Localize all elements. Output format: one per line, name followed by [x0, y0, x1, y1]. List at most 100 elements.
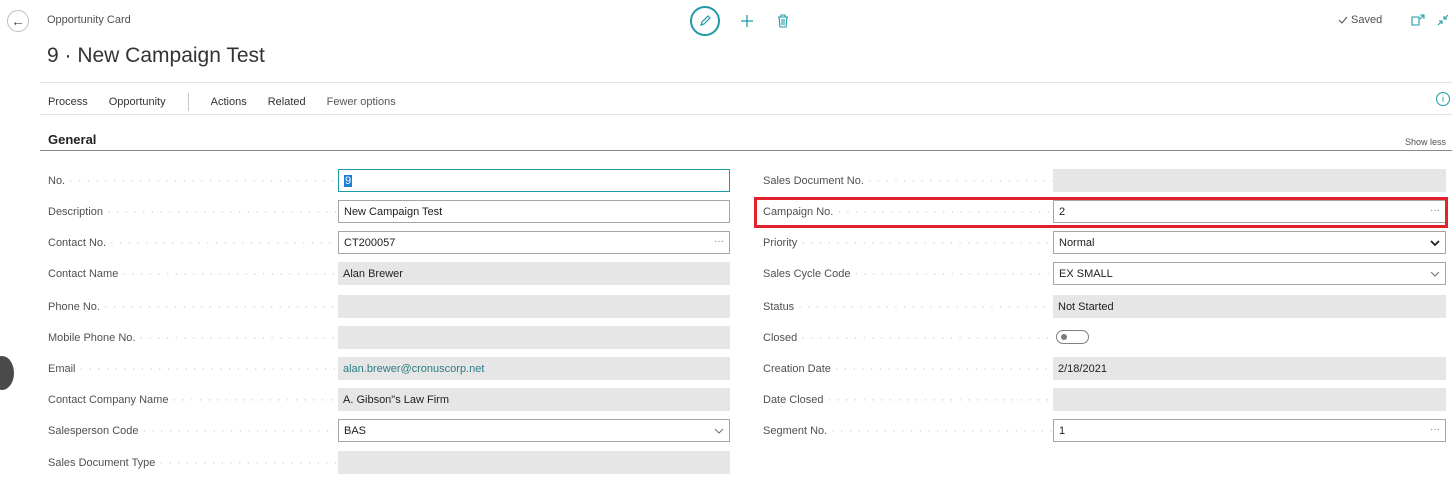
edit-button[interactable]	[690, 6, 720, 36]
field-value: 2/18/2021	[1058, 362, 1107, 375]
priority-select[interactable]: Normal	[1053, 231, 1446, 254]
field-row-status: Status Not Started	[763, 295, 1446, 318]
field-label: Description	[48, 206, 336, 218]
email-value[interactable]: alan.brewer@cronuscorp.net	[338, 357, 730, 380]
show-less-link[interactable]: Show less	[1405, 137, 1446, 147]
phone-no-value	[338, 295, 730, 318]
closed-toggle-wrap	[1053, 330, 1089, 344]
toggle-knob	[1061, 334, 1067, 340]
chevron-down-icon	[714, 428, 724, 434]
field-label: Contact Company Name	[48, 394, 336, 406]
field-row-mobile-phone-no: Mobile Phone No.	[48, 326, 730, 349]
pencil-icon	[700, 15, 711, 26]
divider	[40, 114, 1452, 115]
field-label: Status	[763, 301, 1053, 313]
trash-icon	[778, 14, 788, 28]
field-row-creation-date: Creation Date 2/18/2021	[763, 357, 1446, 380]
field-row-no: No. 9	[48, 169, 730, 192]
page-caption: Opportunity Card	[47, 14, 131, 26]
action-separator	[187, 93, 189, 111]
contact-no-input[interactable]: CT200057 ···	[338, 231, 730, 254]
chevron-down-icon	[1430, 240, 1440, 247]
contact-name-value: Alan Brewer	[338, 262, 730, 285]
campaign-no-highlight-box	[754, 197, 1448, 228]
field-value: Alan Brewer	[343, 267, 403, 280]
action-bar: Process Opportunity Actions Related Fewe…	[48, 93, 417, 111]
field-value: BAS	[344, 424, 367, 437]
field-label: Segment No.	[763, 425, 1053, 437]
field-value: New Campaign Test	[344, 205, 443, 218]
arrow-left-icon: ←	[11, 13, 25, 29]
field-row-sales-document-type: Sales Document Type	[48, 451, 730, 474]
page-title: 9 · New Campaign Test	[47, 44, 265, 67]
field-row-description: Description New Campaign Test	[48, 200, 730, 223]
description-input[interactable]: New Campaign Test	[338, 200, 730, 223]
field-value: CT200057	[344, 236, 396, 249]
field-label: Phone No.	[48, 301, 336, 313]
side-handle	[0, 356, 14, 390]
field-label: Mobile Phone No.	[48, 332, 336, 344]
new-button[interactable]	[738, 12, 756, 30]
field-value: EX SMALL	[1059, 267, 1113, 280]
field-label: Priority	[763, 237, 1053, 249]
contact-company-name-value: A. Gibson"s Law Firm	[338, 388, 730, 411]
delete-button[interactable]	[774, 12, 792, 30]
segment-no-input[interactable]: 1 ···	[1053, 419, 1446, 442]
field-label: Email	[48, 363, 336, 375]
chevron-down-icon	[1430, 271, 1440, 277]
field-label: Creation Date	[763, 363, 1053, 375]
field-value: Normal	[1059, 236, 1095, 249]
field-row-phone-no: Phone No.	[48, 295, 730, 318]
field-row-contact-name: Contact Name Alan Brewer	[48, 262, 730, 285]
action-actions[interactable]: Actions	[211, 96, 247, 108]
back-button[interactable]: ←	[7, 10, 29, 32]
field-label: No.	[48, 175, 336, 187]
closed-toggle[interactable]	[1056, 330, 1089, 344]
field-row-salesperson-code: Salesperson Code BAS	[48, 419, 730, 442]
field-row-sales-document-no: Sales Document No.	[763, 169, 1446, 192]
section-title[interactable]: General	[48, 132, 96, 147]
saved-label: Saved	[1351, 14, 1383, 26]
action-fewer-options[interactable]: Fewer options	[327, 96, 396, 108]
no-input[interactable]: 9	[338, 169, 730, 192]
lookup-ellipsis-icon[interactable]: ···	[1430, 424, 1440, 435]
field-row-priority: Priority Normal	[763, 231, 1446, 254]
field-row-contact-no: Contact No. CT200057 ···	[48, 231, 730, 254]
salesperson-code-select[interactable]: BAS	[338, 419, 730, 442]
field-row-date-closed: Date Closed	[763, 388, 1446, 411]
info-icon[interactable]: i	[1436, 92, 1450, 106]
sales-document-type-value	[338, 451, 730, 474]
email-link[interactable]: alan.brewer@cronuscorp.net	[343, 363, 484, 375]
action-opportunity[interactable]: Opportunity	[109, 96, 166, 108]
field-value: Not Started	[1058, 300, 1114, 313]
sales-cycle-code-select[interactable]: EX SMALL	[1053, 262, 1446, 285]
field-label: Sales Cycle Code	[763, 268, 1053, 280]
action-related[interactable]: Related	[268, 96, 306, 108]
save-status: Saved	[1338, 14, 1382, 26]
checkmark-icon	[1338, 16, 1348, 24]
field-label: Closed	[763, 332, 1053, 344]
creation-date-value: 2/18/2021	[1053, 357, 1446, 380]
sales-document-no-value	[1053, 169, 1446, 192]
lookup-ellipsis-icon[interactable]: ···	[714, 236, 724, 247]
action-process[interactable]: Process	[48, 96, 88, 108]
open-new-window-icon[interactable]	[1411, 13, 1425, 27]
date-closed-value	[1053, 388, 1446, 411]
field-value: A. Gibson"s Law Firm	[343, 393, 449, 406]
field-value: 9	[344, 174, 353, 187]
plus-icon	[741, 15, 753, 27]
section-divider	[40, 150, 1452, 151]
field-label: Contact No.	[48, 237, 336, 249]
collapse-icon[interactable]	[1436, 13, 1450, 27]
field-row-segment-no: Segment No. 1 ···	[763, 419, 1446, 442]
mobile-phone-no-value	[338, 326, 730, 349]
field-row-contact-company-name: Contact Company Name A. Gibson"s Law Fir…	[48, 388, 730, 411]
field-row-email: Email alan.brewer@cronuscorp.net	[48, 357, 730, 380]
field-row-sales-cycle-code: Sales Cycle Code EX SMALL	[763, 262, 1446, 285]
field-label: Salesperson Code	[48, 425, 336, 437]
field-value: 1	[1059, 424, 1066, 437]
field-row-closed: Closed	[763, 326, 1446, 349]
status-value: Not Started	[1053, 295, 1446, 318]
field-label: Sales Document Type	[48, 457, 336, 469]
field-label: Date Closed	[763, 394, 1053, 406]
